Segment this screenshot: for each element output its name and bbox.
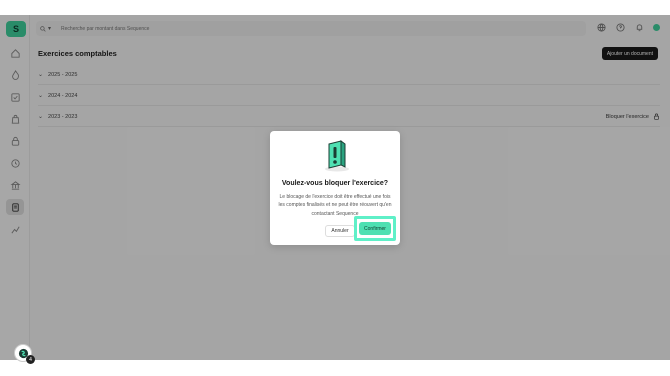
notification-badge: 4	[26, 355, 35, 364]
confirm-highlight: Confirmer	[354, 216, 396, 241]
help-widget-button[interactable]: 4	[14, 344, 35, 364]
dialog-title: Voulez-vous bloquer l'exercice?	[281, 180, 389, 187]
lock-exercise-illustration	[325, 140, 349, 172]
confirm-dialog: Voulez-vous bloquer l'exercice? Le bloca…	[270, 131, 400, 245]
confirm-button[interactable]: Confirmer	[359, 222, 391, 235]
cancel-button[interactable]: Annuler	[325, 225, 355, 237]
dialog-message: Le blocage de l'exercice doit être effec…	[278, 194, 392, 217]
